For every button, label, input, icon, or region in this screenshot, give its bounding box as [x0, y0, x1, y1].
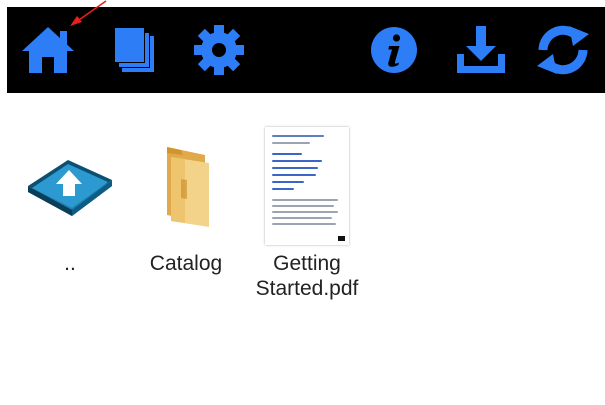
file-item-parent[interactable]: .. — [10, 123, 130, 303]
info-icon — [371, 27, 417, 73]
file-item-catalog[interactable]: Catalog — [126, 123, 246, 303]
documents-icon — [115, 28, 154, 72]
folder-icon — [167, 146, 209, 227]
gear-icon — [194, 25, 244, 75]
home-icon — [22, 27, 74, 73]
sync-button[interactable] — [532, 19, 594, 81]
file-browser: .. Catalog Getting Started.pdf — [7, 93, 605, 405]
app-window: .. Catalog Getting Started.pdf — [7, 7, 605, 405]
pdf-thumbnail — [265, 126, 349, 245]
download-button[interactable] — [450, 19, 512, 81]
documents-button[interactable] — [104, 19, 166, 81]
window-edge — [0, 0, 7, 405]
file-label: Getting Started.pdf — [255, 252, 359, 300]
toolbar — [7, 7, 605, 93]
refresh-icon — [537, 25, 589, 75]
info-button[interactable] — [363, 19, 425, 81]
download-icon — [457, 26, 505, 73]
home-button[interactable] — [17, 19, 79, 81]
file-item-getting-started-pdf[interactable]: Getting Started.pdf — [247, 123, 367, 303]
file-label: Catalog — [149, 252, 223, 275]
folder-up-icon — [28, 159, 112, 216]
settings-button[interactable] — [188, 19, 250, 81]
